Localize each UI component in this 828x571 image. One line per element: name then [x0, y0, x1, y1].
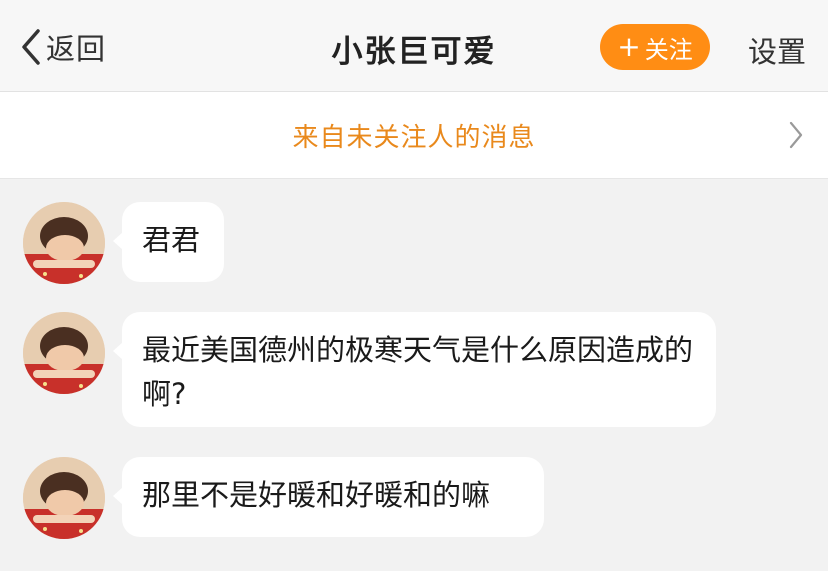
back-label: 返回: [46, 32, 107, 66]
avatar[interactable]: [23, 312, 105, 394]
avatar[interactable]: [23, 202, 105, 284]
message-text: 君君: [142, 223, 201, 257]
message-bubble: 最近美国德州的极寒天气是什么原因造成的啊?: [113, 312, 716, 427]
chevron-left-icon: [20, 27, 42, 67]
message-text: 那里不是好暖和好暖和的嘛: [142, 478, 491, 512]
message-bubble: 那里不是好暖和好暖和的嘛: [113, 457, 544, 537]
settings-button[interactable]: 设置: [748, 29, 806, 71]
follow-label: 关注: [644, 35, 693, 64]
nav-bar: 返回 小张巨可爱 + 关注 设置: [0, 0, 828, 92]
message-text: 最近美国德州的极寒天气是什么原因造成的啊?: [142, 333, 694, 411]
follow-button[interactable]: + 关注: [600, 24, 710, 70]
notice-text: 来自未关注人的消息: [292, 123, 536, 153]
message-bubble: 君君: [113, 202, 224, 282]
non-follower-notice[interactable]: 来自未关注人的消息: [0, 92, 828, 179]
plus-icon: +: [617, 30, 641, 63]
back-button[interactable]: 返回: [20, 24, 106, 70]
avatar[interactable]: [23, 457, 105, 539]
chevron-right-icon: [788, 120, 804, 154]
